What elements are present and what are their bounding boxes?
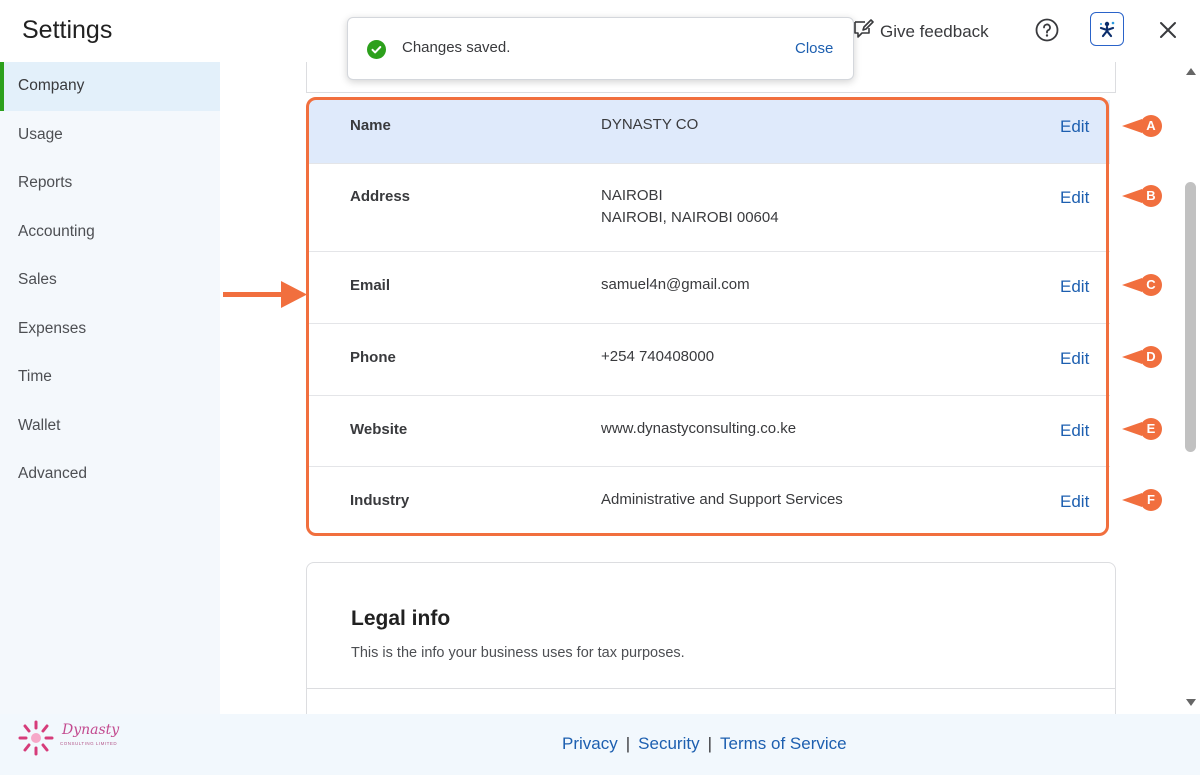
footer-separator: | — [707, 734, 712, 753]
company-website-row: Website www.dynastyconsulting.co.ke Edit — [308, 396, 1110, 467]
toast-message: Changes saved. — [402, 39, 511, 56]
logo-mark-icon — [18, 720, 54, 756]
assistant-icon — [1099, 21, 1115, 38]
callout-letter: A — [1140, 115, 1162, 137]
close-icon — [1160, 22, 1176, 38]
edit-address-link[interactable]: Edit — [1060, 188, 1089, 208]
divider — [307, 688, 1115, 689]
company-email-row: Email samuel4n@gmail.com Edit — [308, 252, 1110, 324]
footer-links: Privacy | Security | Terms of Service — [562, 734, 847, 754]
page-title: Settings — [22, 16, 113, 44]
address-line-2: NAIROBI, NAIROBI 00604 — [601, 209, 779, 226]
company-industry-row: Industry Administrative and Support Serv… — [308, 467, 1110, 535]
callout-letter: B — [1140, 185, 1162, 207]
feedback-pencil-icon — [852, 18, 874, 45]
sidebar-item-reports[interactable]: Reports — [0, 159, 220, 208]
sidebar-item-wallet[interactable]: Wallet — [0, 402, 220, 451]
legal-info-card: Legal info This is the info your busines… — [306, 562, 1116, 714]
privacy-link[interactable]: Privacy — [562, 734, 618, 753]
company-name-value: DYNASTY CO — [601, 116, 699, 133]
callout-letter: E — [1140, 418, 1162, 440]
toast-close-button[interactable]: Close — [795, 40, 833, 57]
sidebar-item-advanced[interactable]: Advanced — [0, 450, 220, 499]
callout-a: A — [1122, 115, 1162, 137]
help-circle-icon — [1035, 18, 1059, 42]
sidebar-item-company[interactable]: Company — [0, 62, 220, 111]
callout-letter: F — [1140, 489, 1162, 511]
terms-of-service-link[interactable]: Terms of Service — [720, 734, 847, 753]
callout-pointer-icon — [1122, 119, 1142, 133]
row-label: Phone — [350, 349, 396, 366]
callout-d: D — [1122, 346, 1162, 368]
scroll-thumb[interactable] — [1185, 182, 1196, 452]
logo-tagline: CONSULTING LIMITED — [60, 741, 118, 746]
row-label: Name — [350, 117, 391, 134]
callout-letter: C — [1140, 274, 1162, 296]
callout-pointer-icon — [1122, 422, 1142, 436]
settings-sidebar: Company Usage Reports Accounting Sales E… — [0, 62, 220, 714]
callout-pointer-icon — [1122, 493, 1142, 507]
edit-website-link[interactable]: Edit — [1060, 421, 1089, 441]
company-name-row: Name DYNASTY CO Edit — [308, 100, 1110, 164]
email-value: samuel4n@gmail.com — [601, 276, 750, 293]
sidebar-item-expenses[interactable]: Expenses — [0, 305, 220, 354]
vertical-scrollbar[interactable] — [1181, 62, 1200, 714]
website-value: www.dynastyconsulting.co.ke — [601, 420, 797, 437]
company-address-row: Address NAIROBI NAIROBI, NAIROBI 00604 E… — [308, 163, 1110, 252]
assistant-button[interactable] — [1090, 12, 1124, 46]
company-phone-row: Phone +254 740408000 Edit — [308, 324, 1110, 396]
callout-letter: D — [1140, 346, 1162, 368]
edit-email-link[interactable]: Edit — [1060, 277, 1089, 297]
edit-phone-link[interactable]: Edit — [1060, 349, 1089, 369]
industry-value: Administrative and Support Services — [601, 491, 843, 508]
sidebar-item-usage[interactable]: Usage — [0, 111, 220, 160]
footer-separator: | — [625, 734, 631, 753]
close-settings-button[interactable] — [1158, 20, 1178, 40]
legal-info-title: Legal info — [351, 607, 451, 630]
dynasty-logo: Dynasty CONSULTING LIMITED — [14, 716, 124, 762]
callout-pointer-icon — [1122, 278, 1142, 292]
check-circle-icon — [367, 40, 386, 59]
row-label: Email — [350, 277, 391, 294]
security-link[interactable]: Security — [638, 734, 699, 753]
scroll-up-arrow-icon[interactable] — [1186, 68, 1196, 75]
phone-value: +254 740408000 — [601, 348, 715, 365]
row-label: Industry — [350, 492, 410, 509]
callout-e: E — [1122, 418, 1162, 440]
callout-f: F — [1122, 489, 1162, 511]
company-settings-content: Name DYNASTY CO Edit Address NAIROBI NAI… — [220, 62, 1181, 714]
callout-pointer-icon — [1122, 350, 1142, 364]
callout-c: C — [1122, 274, 1162, 296]
feedback-label: Give feedback — [880, 21, 989, 41]
row-label: Address — [350, 188, 411, 205]
give-feedback-button[interactable]: Give feedback — [852, 18, 989, 45]
callout-b: B — [1122, 185, 1162, 207]
legal-info-description: This is the info your business uses for … — [351, 645, 685, 661]
row-label: Website — [350, 421, 408, 438]
address-line-1: NAIROBI — [601, 187, 663, 204]
logo-wordmark: Dynasty — [62, 722, 120, 738]
changes-saved-toast: Changes saved. Close — [347, 17, 854, 80]
sidebar-item-accounting[interactable]: Accounting — [0, 208, 220, 257]
edit-name-link[interactable]: Edit — [1060, 117, 1089, 137]
sidebar-item-sales[interactable]: Sales — [0, 256, 220, 305]
footer: Dynasty CONSULTING LIMITED Privacy | Secur… — [0, 714, 1200, 775]
sidebar-item-time[interactable]: Time — [0, 353, 220, 402]
help-button[interactable] — [1035, 18, 1059, 42]
edit-industry-link[interactable]: Edit — [1060, 492, 1089, 512]
annotation-arrow-icon — [223, 281, 307, 308]
scroll-down-arrow-icon[interactable] — [1186, 699, 1196, 706]
callout-pointer-icon — [1122, 189, 1142, 203]
